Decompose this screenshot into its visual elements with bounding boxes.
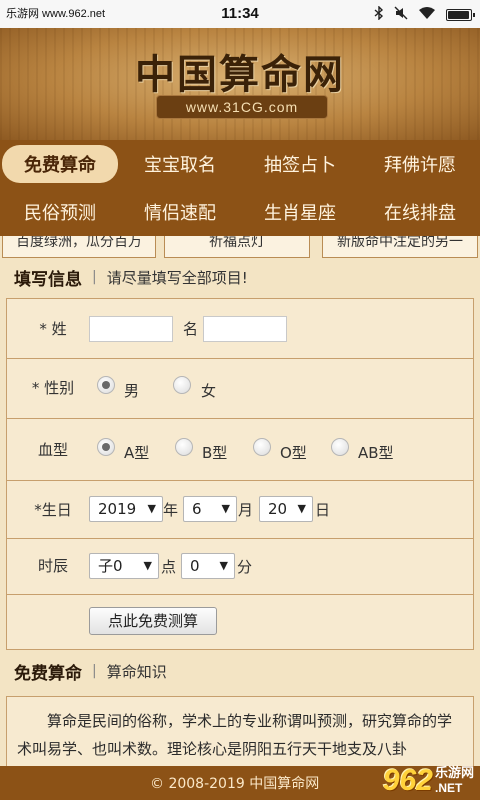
blood-a-label: A型 — [124, 444, 150, 462]
nav-label: 免费算命 — [2, 145, 118, 183]
hour-label: 时辰 — [37, 557, 68, 575]
day-value: 20 — [268, 500, 288, 518]
promo-strip: 百度绿洲，瓜分百万 祈福点灯 新版命中注定的另一 — [0, 236, 480, 262]
blood-o-label: O型 — [280, 444, 307, 462]
nav-label: 在线排盘 — [384, 203, 456, 224]
gender-male-label: 男 — [124, 382, 140, 400]
month-value: 6 — [192, 500, 202, 518]
blood-b-label: B型 — [202, 444, 228, 462]
bluetooth-icon — [374, 5, 384, 24]
nav-label: 情侣速配 — [144, 203, 216, 224]
blood-type-row: 血型 A型 B型 O型 AB型 — [7, 419, 473, 481]
submit-button[interactable]: 点此免费测算 — [89, 607, 217, 635]
wifi-icon — [418, 6, 436, 24]
surname-input[interactable] — [89, 316, 173, 342]
hour-select[interactable]: 子0 ▼ — [89, 553, 159, 579]
day-unit: 日 — [315, 501, 331, 519]
submit-row: 点此免费测算 — [7, 595, 473, 649]
surname-label: * 姓 — [39, 320, 67, 338]
month-unit: 月 — [238, 501, 254, 519]
article-section-header: 免费算命 | 算命知识 — [0, 656, 480, 686]
chevron-down-icon: ▼ — [147, 502, 156, 515]
main-nav: 免费算命 宝宝取名 抽签占卜 拜佛许愿 民俗预测 情侣速配 生肖星座 在线排盘 — [0, 140, 480, 236]
nav-item-lottery[interactable]: 抽签占卜 — [240, 140, 360, 188]
hour-row: 时辰 子0 ▼ 点 0 ▼ 分 — [7, 539, 473, 595]
hour-unit: 点 — [161, 558, 177, 576]
battery-level — [448, 11, 469, 19]
nav-label: 抽签占卜 — [264, 155, 336, 176]
gender-row: * 性别 男 女 — [7, 359, 473, 419]
blood-a-radio[interactable] — [97, 438, 115, 456]
nav-item-online-chart[interactable]: 在线排盘 — [360, 188, 480, 236]
gender-male-radio[interactable] — [97, 376, 115, 394]
watermark-net: .NET — [434, 781, 463, 795]
site-url: www.31CG.com — [156, 95, 328, 119]
minute-unit: 分 — [237, 558, 253, 576]
birthday-label: *生日 — [34, 501, 72, 519]
chevron-down-icon: ▼ — [143, 559, 152, 572]
chevron-down-icon: ▼ — [297, 502, 306, 515]
blood-ab-radio[interactable] — [331, 438, 349, 456]
nav-label: 拜佛许愿 — [384, 155, 456, 176]
nav-item-folk-prediction[interactable]: 民俗预测 — [0, 188, 120, 236]
nav-item-baby-naming[interactable]: 宝宝取名 — [120, 140, 240, 188]
chevron-down-icon: ▼ — [219, 559, 228, 572]
month-select[interactable]: 6 ▼ — [183, 496, 237, 522]
year-value: 2019 — [98, 500, 137, 518]
nav-label: 宝宝取名 — [144, 155, 216, 176]
promo-link[interactable]: 祈福点灯 — [164, 236, 310, 258]
section-subtitle[interactable]: 算命知识 — [107, 661, 167, 682]
header-banner: 中国算命网 www.31CG.com — [0, 28, 480, 140]
year-unit: 年 — [163, 501, 179, 519]
nav-label: 生肖星座 — [264, 203, 336, 224]
year-select[interactable]: 2019 ▼ — [89, 496, 163, 522]
blood-ab-label: AB型 — [358, 444, 394, 462]
section-title: 填写信息 — [14, 269, 82, 290]
watermark-cn: 乐游网 — [434, 766, 474, 781]
mute-icon — [394, 6, 408, 24]
form-section-header: 填写信息 | 请尽量填写全部项目! — [0, 262, 480, 292]
nav-label: 民俗预测 — [24, 203, 96, 224]
watermark-side: 乐游网 .NET — [434, 766, 474, 796]
gender-female-label: 女 — [201, 382, 217, 400]
chevron-down-icon: ▼ — [221, 502, 230, 515]
section-subtitle: 请尽量填写全部项目! — [106, 268, 248, 287]
nav-item-zodiac[interactable]: 生肖星座 — [240, 188, 360, 236]
battery-icon — [446, 9, 475, 21]
given-name-input[interactable] — [203, 316, 287, 342]
fortune-form: * 姓 名 * 性别 男 女 血型 A型 B型 O型 AB型 *生日 2019 ▼… — [6, 298, 474, 650]
status-bar: 乐游网 www.962.net 11:34 — [0, 0, 480, 28]
nav-item-couple-match[interactable]: 情侣速配 — [120, 188, 240, 236]
given-name-label: 名 — [183, 320, 199, 338]
hour-value: 子0 — [98, 557, 123, 575]
promo-link[interactable]: 新版命中注定的另一 — [322, 236, 478, 258]
gender-female-radio[interactable] — [173, 376, 191, 394]
blood-o-radio[interactable] — [253, 438, 271, 456]
site-logo-title: 中国算命网 — [135, 51, 345, 98]
gender-label: * 性别 — [31, 379, 75, 397]
nav-item-free-fortune[interactable]: 免费算命 — [0, 140, 120, 188]
promo-link[interactable]: 百度绿洲，瓜分百万 — [2, 236, 156, 258]
birthday-row: *生日 2019 ▼ 年 6 ▼ 月 20 ▼ 日 — [7, 481, 473, 539]
divider: | — [92, 269, 97, 285]
article-text: 算命是民间的俗称，学术上的专业称谓叫预测，研究算命的学术叫易学、也叫术数。理论核… — [17, 712, 453, 758]
blood-b-radio[interactable] — [175, 438, 193, 456]
minute-value: 0 — [190, 557, 200, 575]
nav-item-worship[interactable]: 拜佛许愿 — [360, 140, 480, 188]
day-select[interactable]: 20 ▼ — [259, 496, 313, 522]
divider: | — [92, 663, 97, 679]
status-icons — [374, 5, 475, 24]
watermark-logo: 962 乐游网 .NET — [383, 762, 474, 800]
minute-select[interactable]: 0 ▼ — [181, 553, 235, 579]
name-row: * 姓 名 — [7, 299, 473, 359]
copyright: © 2008-2019 中国算命网 — [150, 776, 320, 792]
article-box: 算命是民间的俗称，学术上的专业称谓叫预测，研究算命的学术叫易学、也叫术数。理论核… — [6, 696, 474, 766]
section-title: 免费算命 — [14, 663, 82, 684]
blood-type-label: 血型 — [37, 441, 68, 459]
watermark-logo-text: 962 — [382, 764, 433, 797]
footer: © 2008-2019 中国算命网 962 乐游网 .NET — [0, 764, 480, 800]
